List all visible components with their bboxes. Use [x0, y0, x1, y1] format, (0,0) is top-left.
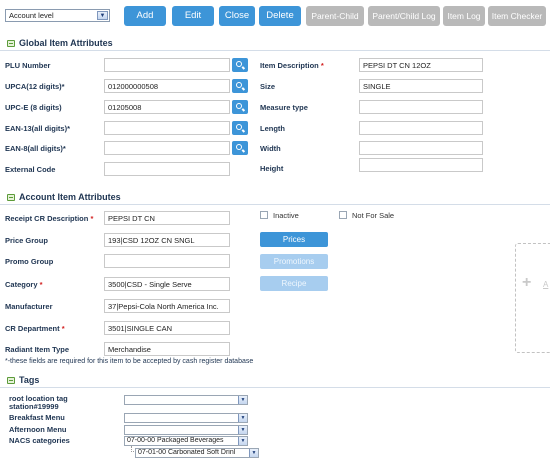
length-input[interactable] — [359, 121, 483, 135]
nacs-subcategory-select[interactable]: 07-01-00 Carbonated Soft Drinl ▼ — [135, 448, 259, 458]
height-input[interactable] — [359, 158, 483, 172]
breakfast-menu-label: Breakfast Menu — [9, 413, 65, 422]
section-title: Tags — [19, 375, 40, 385]
item-checker-button[interactable]: Item Checker — [488, 6, 546, 26]
category-label: Category * — [5, 280, 43, 289]
manufacturer-label: Manufacturer — [5, 302, 53, 311]
divider — [0, 50, 550, 51]
promo-group-label: Promo Group — [5, 257, 54, 266]
plus-icon: + — [522, 274, 532, 291]
plu-label: PLU Number — [5, 61, 51, 70]
parent-child-button[interactable]: Parent-Child — [306, 6, 364, 26]
not-for-sale-checkbox[interactable] — [339, 211, 347, 219]
level-select[interactable]: Account level ▼ — [5, 9, 110, 22]
item-log-button[interactable]: Item Log — [443, 6, 485, 26]
external-code-label: External Code — [5, 165, 56, 174]
length-label: Length — [260, 124, 285, 133]
nacs-categories-label: NACS categories — [9, 436, 70, 445]
global-attributes-header: Global Item Attributes — [0, 37, 550, 51]
section-icon — [7, 40, 15, 47]
edit-button[interactable]: Edit — [172, 6, 214, 26]
external-code-input[interactable] — [104, 162, 230, 176]
chevron-down-icon: ▼ — [238, 396, 247, 404]
price-group-input[interactable]: 193|CSD 12OZ CN SNGL — [104, 233, 230, 247]
category-input[interactable]: 3500|CSD - Single Serve — [104, 277, 230, 291]
item-description-label: Item Description * — [260, 61, 324, 70]
radiant-item-type-input[interactable]: Merchandise — [104, 342, 230, 356]
measure-type-input[interactable] — [359, 100, 483, 114]
level-select-value: Account level — [9, 11, 54, 20]
chevron-down-icon: ▼ — [238, 426, 247, 434]
delete-button[interactable]: Delete — [259, 6, 301, 26]
parent-child-log-button[interactable]: Parent/Child Log — [368, 6, 440, 26]
chevron-down-icon: ▼ — [238, 414, 247, 422]
width-label: Width — [260, 144, 281, 153]
item-description-input[interactable]: PEPSI DT CN 12OZ — [359, 58, 483, 72]
upce-input[interactable]: 01205008 — [104, 100, 230, 114]
afternoon-menu-label: Afternoon Menu — [9, 425, 67, 434]
chevron-down-icon: ▼ — [97, 11, 108, 20]
chevron-down-icon: ▼ — [238, 437, 247, 445]
promotions-button[interactable]: Promotions — [260, 254, 328, 269]
upce-label: UPC-E (8 digits) — [5, 103, 62, 112]
inactive-checkbox[interactable] — [260, 211, 268, 219]
upca-search-button[interactable] — [232, 79, 248, 93]
close-button[interactable]: Close — [219, 6, 255, 26]
plu-input[interactable] — [104, 58, 230, 72]
height-label: Height — [260, 164, 284, 173]
upca-input[interactable]: 012000000508 — [104, 79, 230, 93]
afternoon-menu-select[interactable]: ▼ — [124, 425, 248, 435]
section-icon — [7, 377, 15, 384]
width-input[interactable] — [359, 141, 483, 155]
root-location-tag-select[interactable]: ▼ — [124, 395, 248, 405]
chevron-down-icon: ▼ — [249, 449, 258, 457]
nacs-category-value: 07-00-00 Packaged Beverages — [127, 437, 224, 444]
ean8-input[interactable] — [104, 141, 230, 155]
divider — [0, 204, 550, 205]
upca-label: UPCA(12 digits)* — [5, 82, 65, 91]
root-location-tag-label: root location tag station#19999 — [9, 394, 68, 411]
size-input[interactable]: SINGLE — [359, 79, 483, 93]
plu-search-button[interactable] — [232, 58, 248, 72]
manufacturer-input[interactable]: 37|Pepsi-Cola North America Inc. — [104, 299, 230, 313]
receipt-description-input[interactable]: PEPSI DT CN — [104, 211, 230, 225]
ean13-search-button[interactable] — [232, 121, 248, 135]
account-attributes-header: Account Item Attributes — [0, 191, 550, 205]
ean13-label: EAN-13(all digits)* — [5, 124, 71, 133]
receipt-description-label: Receipt CR Description * — [5, 214, 94, 223]
size-label: Size — [260, 82, 276, 91]
divider — [0, 387, 550, 388]
cr-department-label: CR Department * — [5, 324, 65, 333]
section-title: Global Item Attributes — [19, 38, 113, 48]
breakfast-menu-select[interactable]: ▼ — [124, 413, 248, 423]
price-group-label: Price Group — [5, 236, 48, 245]
upce-search-button[interactable] — [232, 100, 248, 114]
image-dropzone[interactable]: + A — [515, 243, 550, 353]
radiant-item-type-label: Radiant Item Type — [5, 345, 70, 354]
section-icon — [7, 194, 15, 201]
ean8-label: EAN-8(all digits)* — [5, 144, 66, 153]
cr-department-input[interactable]: 3501|SINGLE CAN — [104, 321, 230, 335]
promo-group-input[interactable] — [104, 254, 230, 268]
ean8-search-button[interactable] — [232, 141, 248, 155]
nacs-subcategory-value: 07-01-00 Carbonated Soft Drinl — [138, 449, 236, 456]
nacs-category-select[interactable]: 07-00-00 Packaged Beverages ▼ — [124, 436, 248, 446]
required-fields-note: *-these fields are required for this ite… — [5, 358, 254, 365]
not-for-sale-label: Not For Sale — [352, 211, 395, 220]
section-title: Account Item Attributes — [19, 192, 121, 202]
dropzone-label: A — [543, 280, 549, 289]
add-button[interactable]: Add — [124, 6, 166, 26]
ean13-input[interactable] — [104, 121, 230, 135]
prices-button[interactable]: Prices — [260, 232, 328, 247]
recipe-button[interactable]: Recipe — [260, 276, 328, 291]
inactive-label: Inactive — [273, 211, 299, 220]
measure-type-label: Measure type — [260, 103, 308, 112]
tags-header: Tags — [0, 374, 550, 388]
